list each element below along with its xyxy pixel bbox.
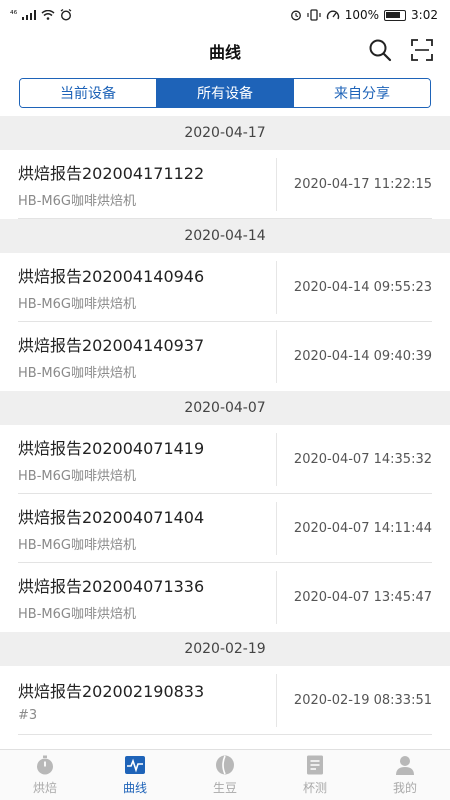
tab-label: 烘焙 (32, 781, 57, 795)
report-device: HB-M6G咖啡烘焙机 (18, 194, 136, 209)
title-actions (368, 38, 434, 62)
date-header: 2020-04-14 (0, 219, 450, 253)
date-header: 2020-02-19 (0, 632, 450, 666)
tab-label: 曲线 (122, 781, 147, 795)
list-item[interactable]: 烘焙报告202004071336 HB-M6G咖啡烘焙机 2020-04-07 … (0, 563, 450, 632)
status-right: 100% 3:02 (290, 8, 438, 22)
row-divider (18, 734, 432, 735)
row-separator (276, 502, 277, 555)
search-icon[interactable] (368, 38, 392, 62)
report-time: 2020-02-19 08:33:51 (293, 693, 432, 708)
report-title: 烘焙报告202004171122 (18, 164, 205, 183)
row-separator (276, 433, 277, 486)
report-device: HB-M6G咖啡烘焙机 (18, 538, 136, 553)
report-title: 烘焙报告202004071419 (18, 439, 205, 458)
signal-text: ⁴⁶ (10, 10, 18, 20)
clock-time: 3:02 (411, 8, 438, 22)
row-separator (276, 330, 277, 383)
alarm-icon (290, 10, 301, 21)
segment-shared[interactable]: 来自分享 (294, 79, 430, 107)
scan-icon[interactable] (410, 38, 434, 62)
report-time: 2020-04-14 09:40:39 (293, 349, 432, 364)
segment-all-devices[interactable]: 所有设备 (157, 79, 294, 107)
tab-label: 我的 (392, 781, 417, 795)
chart-icon (125, 756, 145, 774)
row-separator (276, 261, 277, 314)
report-title: 烘焙报告202004071404 (18, 508, 205, 527)
speed-icon (326, 10, 339, 20)
tab-cupping[interactable]: 杯测 (270, 750, 360, 800)
status-left: ⁴⁶ (10, 9, 72, 21)
bottom-tab-bar: 烘焙 曲线 生豆 杯测 我的 (0, 749, 450, 800)
list-item[interactable]: 烘焙报告202004071419 HB-M6G咖啡烘焙机 2020-04-07 … (0, 425, 450, 494)
tab-label: 杯测 (302, 781, 327, 795)
segment-current-device[interactable]: 当前设备 (20, 79, 157, 107)
report-time: 2020-04-07 14:11:44 (293, 521, 432, 536)
report-time: 2020-04-07 13:45:47 (293, 590, 432, 605)
status-bar: ⁴⁶ 100% 3:02 (0, 0, 450, 30)
tab-roast[interactable]: 烘焙 (0, 750, 90, 800)
wifi-icon (41, 10, 55, 20)
report-device: #3 (18, 708, 38, 723)
row-separator (276, 158, 277, 211)
battery-percent: 100% (344, 8, 380, 22)
alarm-small-icon (60, 9, 72, 21)
document-icon (307, 755, 323, 775)
signal-icon (22, 10, 37, 20)
report-device: HB-M6G咖啡烘焙机 (18, 469, 136, 484)
tab-green-bean[interactable]: 生豆 (180, 750, 270, 800)
list-item[interactable]: 烘焙报告202004140937 HB-M6G咖啡烘焙机 2020-04-14 … (0, 322, 450, 391)
report-device: HB-M6G咖啡烘焙机 (18, 297, 136, 312)
title-bar: 曲线 (0, 30, 450, 72)
list-item[interactable]: 烘焙报告202004140946 HB-M6G咖啡烘焙机 2020-04-14 … (0, 253, 450, 322)
list-item[interactable]: 烘焙报告202002190833 #3 2020-02-19 08:33:51 (0, 666, 450, 735)
row-divider (18, 218, 432, 219)
report-title: 烘焙报告202004140946 (18, 267, 205, 286)
report-list[interactable]: 2020-04-17 烘焙报告202004171122 HB-M6G咖啡烘焙机 … (0, 116, 450, 749)
date-header: 2020-04-17 (0, 116, 450, 150)
report-title: 烘焙报告202004071336 (18, 577, 205, 596)
tab-label: 生豆 (212, 781, 237, 795)
list-item[interactable]: 烘焙报告202004171122 HB-M6G咖啡烘焙机 2020-04-17 … (0, 150, 450, 219)
report-time: 2020-04-07 14:35:32 (293, 452, 432, 467)
report-title: 烘焙报告202002190833 (18, 682, 205, 701)
battery-icon (384, 9, 407, 21)
list-item[interactable]: 烘焙报告202004071404 HB-M6G咖啡烘焙机 2020-04-07 … (0, 494, 450, 563)
report-title: 烘焙报告202004140937 (18, 336, 205, 355)
report-device: HB-M6G咖啡烘焙机 (18, 607, 136, 622)
vibrate-icon (307, 9, 321, 21)
report-time: 2020-04-17 11:22:15 (293, 177, 432, 192)
device-segment-control: 当前设备 所有设备 来自分享 (19, 78, 431, 108)
person-icon (396, 756, 414, 775)
tab-mine[interactable]: 我的 (360, 750, 450, 800)
row-separator (276, 571, 277, 624)
report-time: 2020-04-14 09:55:23 (293, 280, 432, 295)
date-header: 2020-04-07 (0, 391, 450, 425)
row-separator (276, 674, 277, 727)
tab-curve[interactable]: 曲线 (90, 750, 180, 800)
timer-icon (37, 755, 53, 775)
page-title: 曲线 (208, 43, 241, 62)
bean-icon (216, 755, 234, 775)
report-device: HB-M6G咖啡烘焙机 (18, 366, 136, 381)
